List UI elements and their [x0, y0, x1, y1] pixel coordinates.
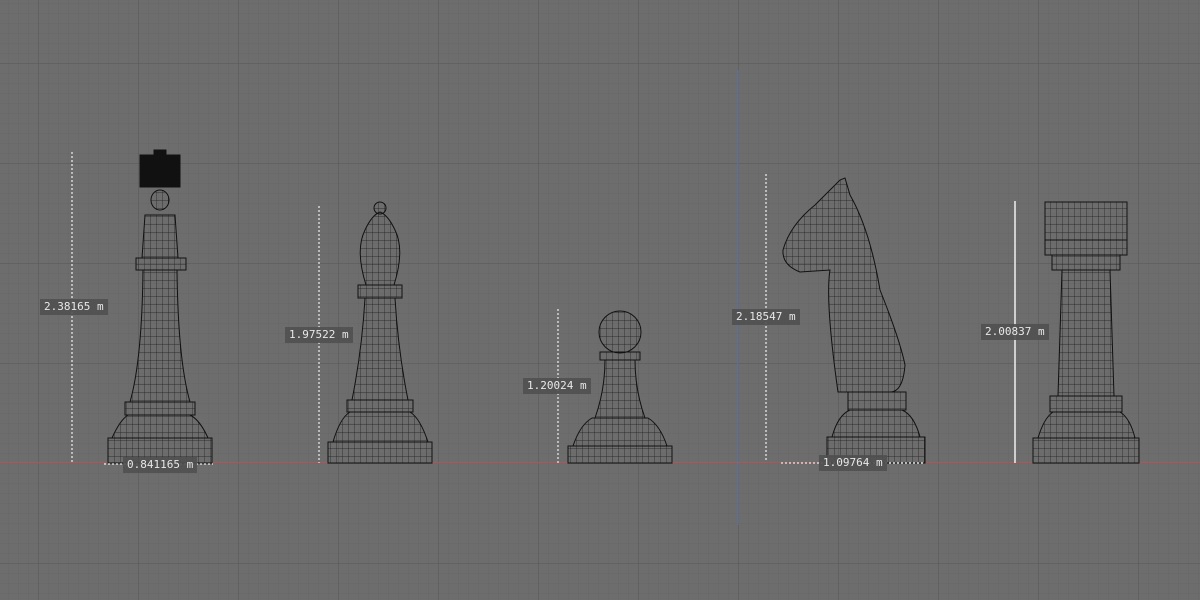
bishop-height-label: 1.97522 m: [285, 327, 353, 343]
scene: [0, 70, 1200, 525]
king-height-label: 2.38165 m: [40, 299, 108, 315]
knight-width-label: 1.09764 m: [819, 455, 887, 471]
king-piece[interactable]: [107, 149, 213, 464]
knight-height-label: 2.18547 m: [732, 309, 800, 325]
king-width-label: 0.841165 m: [123, 457, 198, 473]
pawn-height-label: 1.20024 m: [523, 378, 591, 394]
rook-piece[interactable]: [1032, 201, 1140, 464]
dimension-lines: [71, 152, 925, 465]
knight-piece[interactable]: [782, 177, 926, 464]
3d-viewport[interactable]: 2.38165 m 0.841165 m 1.97522 m 1.20024 m…: [0, 0, 1200, 600]
rook-height-label: 2.00837 m: [981, 324, 1049, 340]
